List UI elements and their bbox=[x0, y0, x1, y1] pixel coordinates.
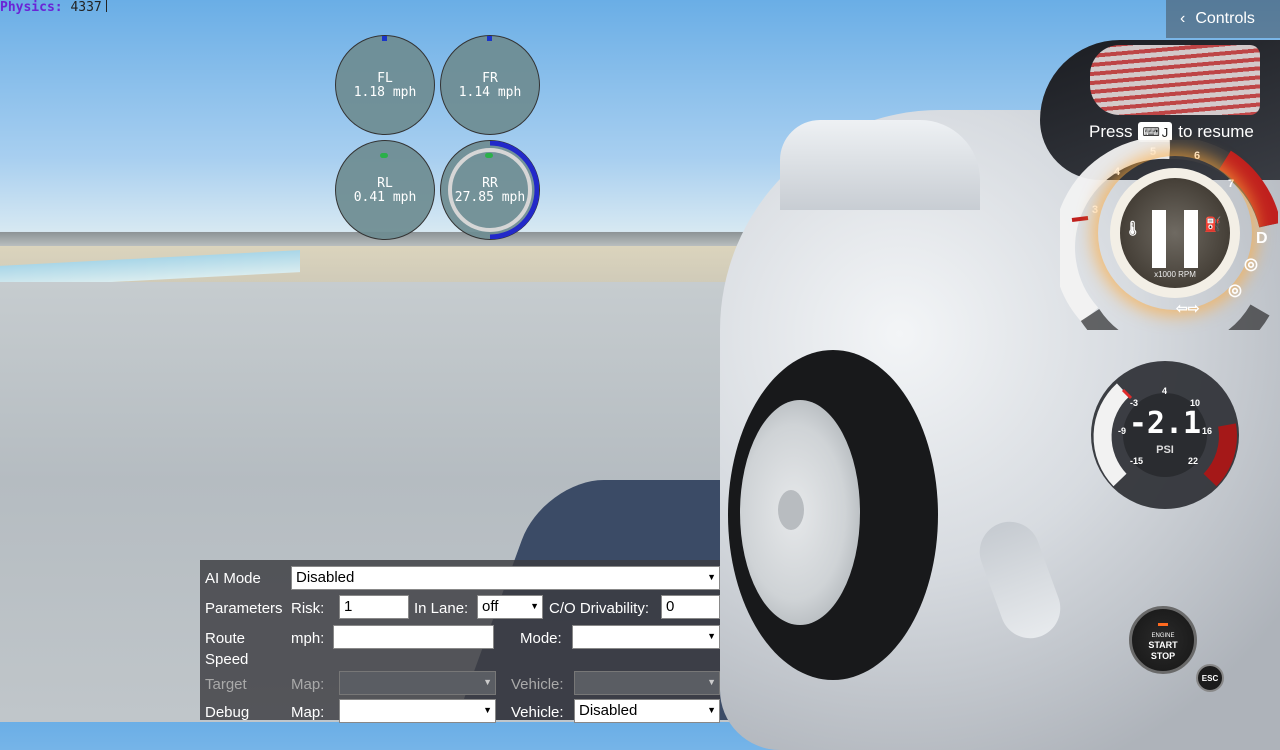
boost-value: -2.1 bbox=[1128, 406, 1202, 441]
tach-unit: x1000 RPM bbox=[1154, 270, 1196, 279]
debug-vehicle-label: Vehicle: bbox=[511, 704, 564, 721]
debug-map-label: Map: bbox=[291, 704, 325, 721]
ai-mode-label: AI Mode bbox=[205, 570, 261, 587]
target-label: Target bbox=[205, 676, 247, 693]
chevron-left-icon: ‹ bbox=[1180, 10, 1186, 27]
route-speed-label: Route Speed bbox=[205, 628, 248, 670]
wheel-dial-speed: 1.18 mph bbox=[353, 85, 417, 100]
headlight-icon: D bbox=[1256, 230, 1268, 247]
pause-icon bbox=[1184, 210, 1198, 268]
boost-tick-label: 4 bbox=[1162, 386, 1168, 396]
parameters-label: Parameters bbox=[205, 600, 283, 617]
wheel-dial-label: RL bbox=[377, 176, 393, 191]
tach-tick-label: 5 bbox=[1150, 146, 1157, 158]
wheel-dial-label: RR bbox=[482, 176, 498, 191]
route-mode-select[interactable]: ▼ bbox=[572, 625, 720, 649]
dropdown-arrow-icon: ▼ bbox=[707, 705, 716, 715]
wheel-dial-marker bbox=[487, 36, 492, 41]
car-wheel-hub bbox=[778, 490, 804, 530]
target-vehicle-select[interactable]: ▼ bbox=[574, 671, 720, 695]
wheel-dial-rr: RR 27.85 mph bbox=[440, 140, 540, 240]
in-lane-select[interactable]: off ▼ bbox=[477, 595, 543, 619]
in-lane-label: In Lane: bbox=[414, 600, 469, 617]
esc-button[interactable]: ESC bbox=[1196, 664, 1224, 692]
dropdown-arrow-icon: ▼ bbox=[483, 705, 492, 715]
wheel-dial-label: FL bbox=[377, 71, 393, 86]
resume-prompt-suffix: to resume bbox=[1178, 122, 1254, 141]
route-speed-input[interactable] bbox=[333, 625, 494, 649]
engine-start-stop-button[interactable]: ENGINE START STOP bbox=[1129, 606, 1197, 674]
wheel-dial-fl: FL 1.18 mph bbox=[335, 35, 435, 135]
tach-tick-label: 3 bbox=[1092, 204, 1099, 216]
controls-button[interactable]: ‹ Controls bbox=[1166, 0, 1280, 38]
wheel-dial-marker bbox=[382, 36, 387, 41]
keyboard-icon: ⌨ bbox=[1142, 125, 1160, 139]
tach-tick-label: 4 bbox=[1114, 166, 1121, 178]
dropdown-arrow-icon: ▼ bbox=[483, 677, 492, 687]
physics-counter-value: 4337 bbox=[70, 0, 102, 15]
debug-label: Debug bbox=[205, 704, 250, 721]
controls-button-label: Controls bbox=[1195, 10, 1255, 27]
drivability-label: C/O Drivability: bbox=[549, 600, 650, 617]
boost-tick-label: -15 bbox=[1130, 456, 1144, 466]
in-lane-value: off bbox=[482, 598, 499, 615]
text-cursor bbox=[106, 0, 107, 12]
tachometer: 3 4 5 6 7 x1000 RPM 🌡 ⛽ D ◎ ◎ ⇦⇨ bbox=[1060, 140, 1278, 330]
engine-temp-icon: 🌡 bbox=[1124, 220, 1142, 236]
route-speed-label-line2: Speed bbox=[205, 651, 249, 668]
car-spoiler bbox=[780, 120, 980, 210]
dropdown-arrow-icon: ▼ bbox=[707, 631, 716, 641]
physics-counter: Physics: 4337 bbox=[0, 0, 102, 15]
boost-unit: PSI bbox=[1156, 444, 1174, 456]
mph-label: mph: bbox=[291, 630, 325, 647]
boost-tick-label: 22 bbox=[1188, 456, 1199, 466]
key-hint: ⌨ J bbox=[1138, 122, 1173, 142]
key-hint-label: J bbox=[1161, 124, 1169, 140]
wheel-dial-speed: 1.14 mph bbox=[458, 85, 522, 100]
turn-signal-icon: ⇦⇨ bbox=[1176, 300, 1200, 316]
ai-control-panel: AI Mode Disabled ▼ Parameters Risk: 1 In… bbox=[200, 560, 720, 723]
engine-indicator-led bbox=[1158, 623, 1168, 626]
target-vehicle-label: Vehicle: bbox=[511, 676, 564, 693]
resume-prompt: Press ⌨ J to resume bbox=[1089, 122, 1254, 142]
wheel-dial-label: FR bbox=[482, 71, 498, 86]
mode-label: Mode: bbox=[520, 630, 562, 647]
debug-vehicle-value: Disabled bbox=[579, 702, 638, 719]
wheel-dial-fr: FR 1.14 mph bbox=[440, 35, 540, 135]
debug-vehicle-select[interactable]: Disabled ▼ bbox=[574, 699, 720, 723]
engine-button-line3: STOP bbox=[1150, 651, 1176, 661]
wheel-dial-rl: RL 0.41 mph bbox=[335, 140, 435, 240]
engine-button-line2: START bbox=[1148, 640, 1178, 650]
dropdown-arrow-icon: ▼ bbox=[707, 677, 716, 687]
physics-counter-label: Physics: bbox=[0, 0, 63, 15]
ai-mode-select[interactable]: Disabled ▼ bbox=[291, 566, 720, 590]
dropdown-arrow-icon: ▼ bbox=[707, 572, 716, 582]
pause-icon bbox=[1152, 210, 1166, 268]
wheel-dial-speed: 0.41 mph bbox=[353, 190, 417, 205]
wheel-dial-speed: 27.85 mph bbox=[454, 190, 526, 205]
dropdown-arrow-icon: ▼ bbox=[530, 601, 539, 611]
parking-brake-icon: ◎ bbox=[1244, 256, 1258, 273]
drivability-input[interactable]: 0 bbox=[661, 595, 720, 619]
risk-input[interactable]: 1 bbox=[339, 595, 409, 619]
debug-map-select[interactable]: ▼ bbox=[339, 699, 496, 723]
fuel-icon: ⛽ bbox=[1204, 216, 1222, 232]
ai-mode-value: Disabled bbox=[296, 569, 355, 586]
route-speed-label-line1: Route bbox=[205, 630, 246, 647]
target-map-label: Map: bbox=[291, 676, 325, 693]
boost-gauge: -15 -9 -3 4 10 16 22 -2.1 PSI bbox=[1090, 360, 1240, 510]
resume-prompt-prefix: Press bbox=[1089, 122, 1133, 141]
car-window-louvers bbox=[1090, 45, 1260, 115]
risk-label: Risk: bbox=[291, 600, 325, 617]
wheel-dial-grip-marker bbox=[380, 153, 388, 158]
wheel-dial-grip-marker bbox=[485, 153, 493, 158]
target-map-select[interactable]: ▼ bbox=[339, 671, 496, 695]
esc-off-icon: ◎ bbox=[1228, 282, 1242, 299]
